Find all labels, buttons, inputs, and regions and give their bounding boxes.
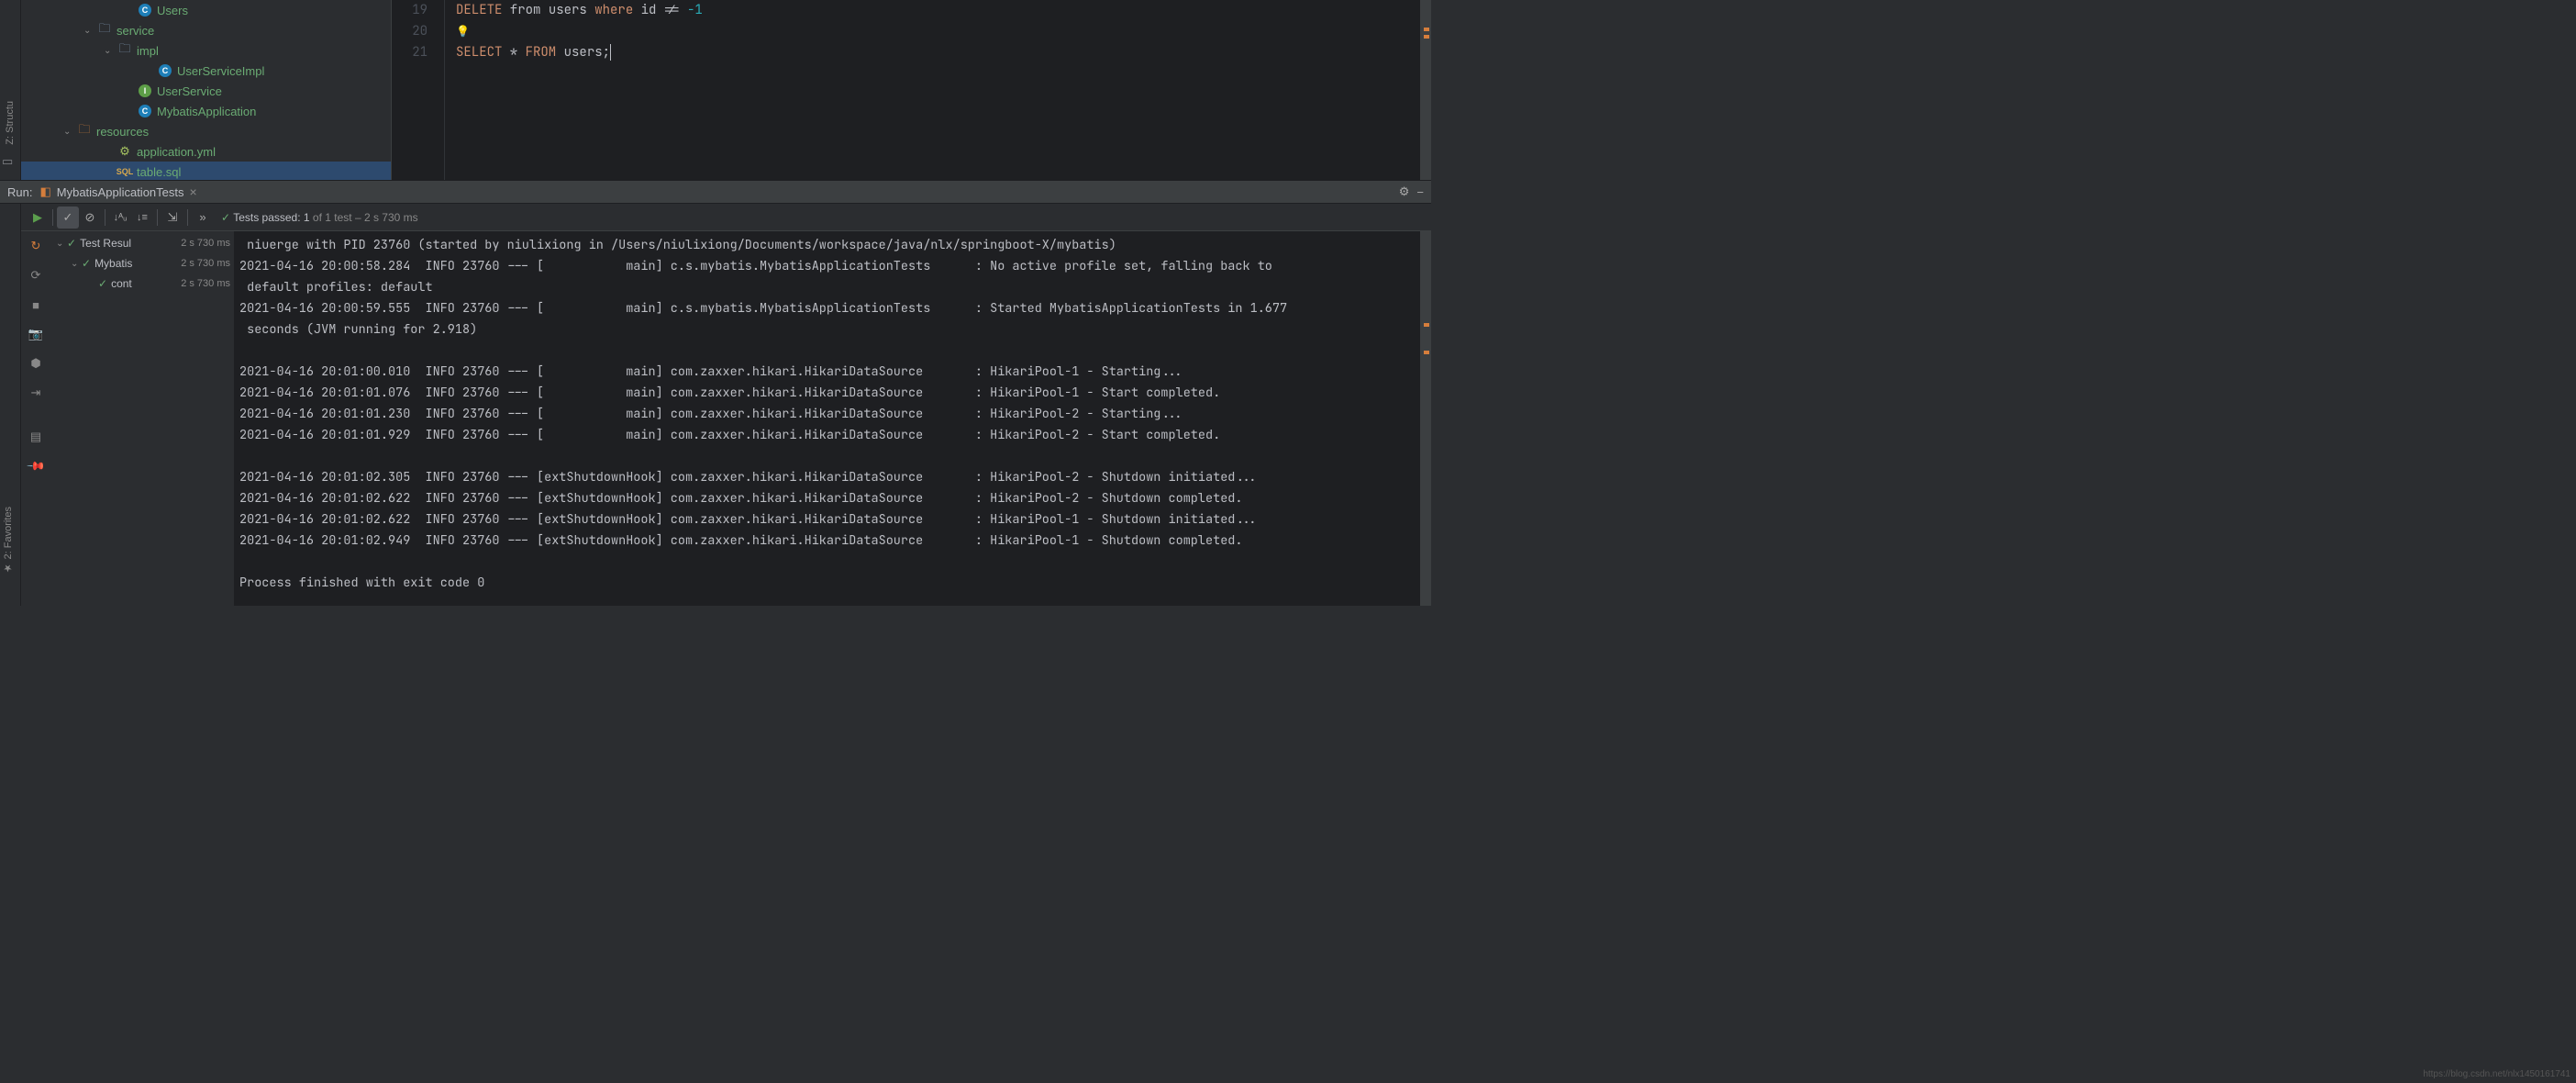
- tree-item-label: application.yml: [137, 145, 216, 159]
- pin-icon[interactable]: 📌: [20, 451, 51, 482]
- check-icon: ✓: [82, 257, 91, 270]
- editor-gutter: 192021: [392, 0, 445, 180]
- resources-icon: 🗀: [76, 121, 93, 141]
- rerun-failed-icon[interactable]: ↻: [25, 235, 47, 257]
- tree-item-label: MybatisApplication: [157, 105, 256, 118]
- class-icon: C: [137, 105, 153, 117]
- interface-icon: I: [137, 84, 153, 97]
- test-duration: 2 s 730 ms: [181, 278, 234, 289]
- run-side-toolbar: ↻ ⟳ ■ 📷 ⬢ ⇥ ▤ 📌: [21, 231, 50, 606]
- dump-icon[interactable]: 📷: [25, 323, 47, 345]
- tree-item-label: Users: [157, 4, 188, 17]
- warning-marker[interactable]: [1424, 28, 1429, 31]
- exit-icon[interactable]: ⇥: [25, 382, 47, 404]
- warning-marker[interactable]: [1424, 35, 1429, 39]
- tree-item-table-sql[interactable]: SQL table.sql: [21, 162, 391, 180]
- tree-item-label: table.sql: [137, 165, 181, 179]
- folder-icon: 🗀: [96, 20, 113, 40]
- sql-icon: SQL: [117, 167, 133, 176]
- check-icon: ✓: [98, 277, 107, 290]
- project-tree[interactable]: CUsers⌄🗀service⌄🗀implCUserServiceImplIUs…: [21, 0, 392, 180]
- tree-item-application-yml[interactable]: ⚙ application.yml: [21, 141, 391, 162]
- tree-item-mybatisapplication[interactable]: C MybatisApplication: [21, 101, 391, 121]
- class-icon: C: [137, 4, 153, 17]
- chevron-down-icon[interactable]: ⌄: [104, 46, 117, 56]
- chevron-down-icon[interactable]: ⌄: [56, 239, 67, 249]
- chevron-down-icon[interactable]: ⌄: [63, 127, 76, 137]
- code-editor[interactable]: 192021 DELETE from users where id != -1💡…: [392, 0, 1420, 180]
- close-icon[interactable]: ×: [190, 184, 197, 199]
- sort-duration-button[interactable]: ↓≡: [131, 207, 153, 229]
- text-cursor: [610, 44, 611, 61]
- tree-item-label: UserService: [157, 84, 222, 98]
- test-name: cont: [111, 277, 181, 290]
- watermark: https://blog.csdn.net/nlx1450161741: [2423, 1069, 2570, 1079]
- stop-icon[interactable]: ■: [25, 294, 47, 316]
- warning-marker[interactable]: [1424, 323, 1429, 327]
- rerun-button[interactable]: ▶: [27, 207, 49, 229]
- tree-item-userserviceimpl[interactable]: C UserServiceImpl: [21, 61, 391, 81]
- folder-icon: 🗀: [117, 40, 133, 61]
- test-tree[interactable]: ⌄✓Test Resul2 s 730 ms⌄✓Mybatis2 s 730 m…: [50, 231, 234, 606]
- test-row[interactable]: ⌄✓ Test Resul2 s 730 ms: [50, 233, 234, 253]
- code-line[interactable]: DELETE from users where id != -1: [456, 0, 1420, 21]
- toggle-pass-button[interactable]: ✓: [57, 207, 79, 229]
- line-number: 19: [392, 0, 427, 21]
- favorites-tool-label[interactable]: ★ 2: Favorites: [0, 503, 16, 578]
- run-tool-header: Run: ◧ MybatisApplicationTests × ⚙ −: [0, 180, 1431, 204]
- debug-icon[interactable]: ⬢: [25, 352, 47, 374]
- code-line[interactable]: SELECT * FROM users;: [456, 42, 1420, 63]
- code-line[interactable]: 💡: [456, 21, 1420, 42]
- test-row[interactable]: ✓ cont2 s 730 ms: [50, 274, 234, 294]
- layout-icon[interactable]: ▤: [25, 426, 47, 448]
- run-toolbar: ▶ ✓ ⊘ ↓ᴬᵤ ↓≡ ⇲ » ✓ Tests passed: 1 of 1 …: [21, 204, 1431, 231]
- chevron-down-icon[interactable]: ⌄: [83, 26, 96, 36]
- toggle-auto-icon[interactable]: ⟳: [25, 264, 47, 286]
- tree-item-label: UserServiceImpl: [177, 64, 264, 78]
- tree-item-label: impl: [137, 44, 159, 58]
- tree-item-resources[interactable]: ⌄🗀resources: [21, 121, 391, 141]
- run-config-icon: ◧: [39, 184, 50, 199]
- chevron-down-icon[interactable]: ⌄: [71, 259, 82, 269]
- test-name: Mybatis: [94, 257, 181, 270]
- class-icon: C: [157, 64, 173, 77]
- expand-all-button[interactable]: ⇲: [161, 207, 183, 229]
- gear-icon[interactable]: ⚙: [1399, 184, 1410, 199]
- tree-item-users[interactable]: C Users: [21, 0, 391, 20]
- console-scrollbar[interactable]: [1420, 231, 1431, 606]
- editor-code-area[interactable]: DELETE from users where id != -1💡SELECT …: [445, 0, 1420, 180]
- test-row[interactable]: ⌄✓Mybatis2 s 730 ms: [50, 253, 234, 274]
- left-sidebar: Z: Structu ▭: [0, 0, 21, 180]
- tree-item-service[interactable]: ⌄🗀 service: [21, 20, 391, 40]
- editor-scrollbar[interactable]: [1420, 0, 1431, 180]
- tree-item-label: service: [117, 24, 154, 38]
- toggle-ignore-button[interactable]: ⊘: [79, 207, 101, 229]
- check-icon: ✓: [67, 237, 76, 250]
- test-summary: ✓ Tests passed: 1 of 1 test – 2 s 730 ms: [221, 211, 418, 224]
- run-label: Run:: [7, 185, 32, 199]
- minimize-icon[interactable]: ▭: [2, 154, 18, 171]
- test-duration: 2 s 730 ms: [181, 238, 234, 249]
- line-number: 20: [392, 21, 427, 42]
- structure-tool-label[interactable]: Z: Structu: [5, 101, 16, 145]
- run-tab[interactable]: ◧ MybatisApplicationTests ×: [32, 181, 204, 203]
- console-output[interactable]: niuerge with PID 23760 (started by niuli…: [234, 231, 1420, 606]
- line-number: 21: [392, 42, 427, 63]
- hide-icon[interactable]: −: [1416, 185, 1424, 199]
- run-tab-label: MybatisApplicationTests: [57, 185, 184, 199]
- test-duration: 2 s 730 ms: [181, 258, 234, 269]
- tree-item-impl[interactable]: ⌄🗀 impl: [21, 40, 391, 61]
- test-name: Test Resul: [80, 237, 181, 250]
- sort-button[interactable]: ↓ᴬᵤ: [109, 207, 131, 229]
- tree-item-userservice[interactable]: I UserService: [21, 81, 391, 101]
- warning-marker[interactable]: [1424, 351, 1429, 354]
- yml-icon: ⚙: [117, 144, 133, 159]
- tree-item-label: resources: [96, 125, 149, 139]
- more-button[interactable]: »: [192, 207, 214, 229]
